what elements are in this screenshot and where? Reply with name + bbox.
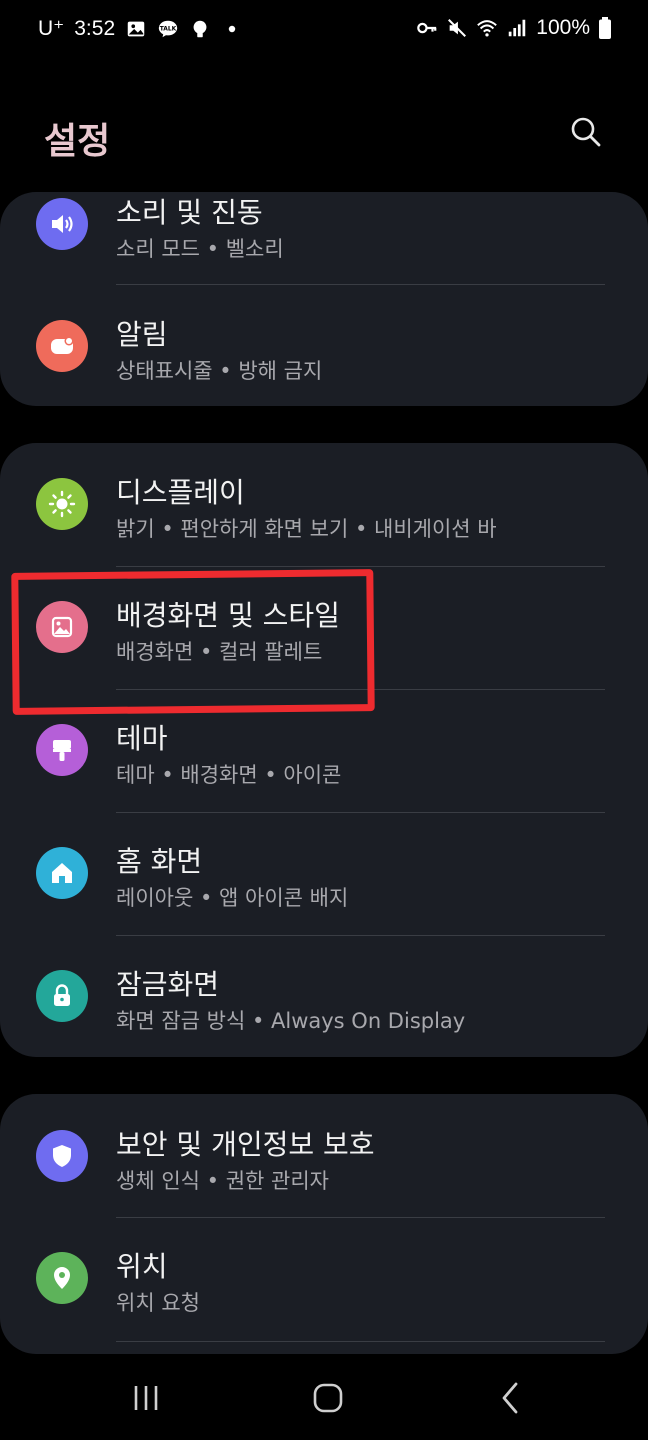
- battery-icon: [598, 16, 612, 40]
- page-title: 설정: [44, 121, 111, 162]
- settings-item-notifications[interactable]: 알림 상태표시줄 • 방해 금지: [0, 285, 648, 406]
- settings-item-subtitle: 소리 모드 • 벨소리: [116, 237, 284, 261]
- search-icon: [571, 117, 601, 147]
- settings-item-subtitle: 레이아웃 • 앱 아이콘 배지: [116, 886, 349, 910]
- settings-item-title: 소리 및 진동: [116, 196, 263, 229]
- settings-item-lock-screen[interactable]: 잠금화면 화면 잠금 방식 • Always On Display: [0, 935, 648, 1057]
- recent-apps-icon: [134, 1386, 158, 1410]
- signal-icon: [506, 16, 528, 40]
- shield-icon: [36, 1130, 88, 1182]
- settings-item-title: 알림: [116, 318, 168, 351]
- settings-item-location[interactable]: 위치 위치 요청: [0, 1217, 648, 1339]
- home-icon: [36, 847, 88, 899]
- settings-item-title: 보안 및 개인정보 보호: [116, 1128, 375, 1161]
- dot-icon: [221, 17, 243, 41]
- clock: 3:52: [74, 16, 116, 40]
- notification-icon: [36, 320, 88, 372]
- home-button[interactable]: [298, 1376, 358, 1420]
- back-icon: [502, 1382, 518, 1414]
- settings-item-title: 위치: [116, 1250, 168, 1283]
- settings-item-subtitle: 위치 요청: [116, 1291, 200, 1315]
- settings-screen: U⁺ 3:52 TALK 100% 설정 소리 및 진동 소리 모드 • 벨소리…: [0, 0, 648, 1440]
- settings-group-3: 보안 및 개인정보 보호 생체 인식 • 권한 관리자 위치 위치 요청: [0, 1094, 648, 1354]
- settings-group-1: 소리 및 진동 소리 모드 • 벨소리 알림 상태표시줄 • 방해 금지: [0, 192, 648, 406]
- divider: [116, 1341, 605, 1342]
- sound-icon: [36, 198, 88, 250]
- settings-item-display[interactable]: 디스플레이 밝기 • 편안하게 화면 보기 • 내비게이션 바: [0, 443, 648, 565]
- battery-percent: 100%: [536, 16, 590, 39]
- search-button[interactable]: [568, 114, 608, 154]
- page-header: 설정: [0, 100, 648, 170]
- recent-apps-button[interactable]: [116, 1376, 176, 1420]
- bulb-icon: [189, 17, 211, 41]
- status-left: U⁺ 3:52 TALK: [38, 16, 243, 41]
- status-bar: U⁺ 3:52 TALK 100%: [0, 0, 648, 60]
- settings-item-subtitle: 화면 잠금 방식 • Always On Display: [116, 1009, 466, 1033]
- settings-item-title: 홈 화면: [116, 845, 203, 878]
- key-icon: [416, 16, 438, 40]
- settings-item-sound[interactable]: 소리 및 진동 소리 모드 • 벨소리: [0, 192, 648, 299]
- kakaotalk-icon: TALK: [157, 17, 179, 41]
- gallery-icon: [125, 17, 147, 41]
- back-button[interactable]: [480, 1376, 540, 1420]
- navigation-bar: [0, 1356, 648, 1440]
- lock-icon: [36, 970, 88, 1022]
- settings-item-title: 잠금화면: [116, 968, 220, 1001]
- kakao-label: TALK: [160, 25, 177, 32]
- mute-icon: [446, 16, 468, 40]
- settings-item-subtitle: 생체 인식 • 권한 관리자: [116, 1169, 329, 1193]
- settings-item-subtitle: 테마 • 배경화면 • 아이콘: [116, 763, 342, 787]
- settings-item-subtitle: 밝기 • 편안하게 화면 보기 • 내비게이션 바: [116, 517, 497, 541]
- home-button-icon: [313, 1383, 343, 1413]
- settings-item-title: 테마: [116, 722, 168, 755]
- display-icon: [36, 478, 88, 530]
- settings-group-2: 디스플레이 밝기 • 편안하게 화면 보기 • 내비게이션 바 배경화면 및 스…: [0, 443, 648, 1057]
- highlight-box: [11, 569, 375, 715]
- settings-item-home-screen[interactable]: 홈 화면 레이아웃 • 앱 아이콘 배지: [0, 812, 648, 934]
- location-icon: [36, 1252, 88, 1304]
- wifi-icon: [476, 16, 498, 40]
- status-right: 100%: [416, 16, 612, 40]
- settings-item-subtitle: 상태표시줄 • 방해 금지: [116, 359, 323, 383]
- settings-item-title: 디스플레이: [116, 476, 245, 509]
- theme-icon: [36, 724, 88, 776]
- carrier-label: U⁺: [38, 17, 65, 40]
- settings-item-security[interactable]: 보안 및 개인정보 보호 생체 인식 • 권한 관리자: [0, 1094, 648, 1216]
